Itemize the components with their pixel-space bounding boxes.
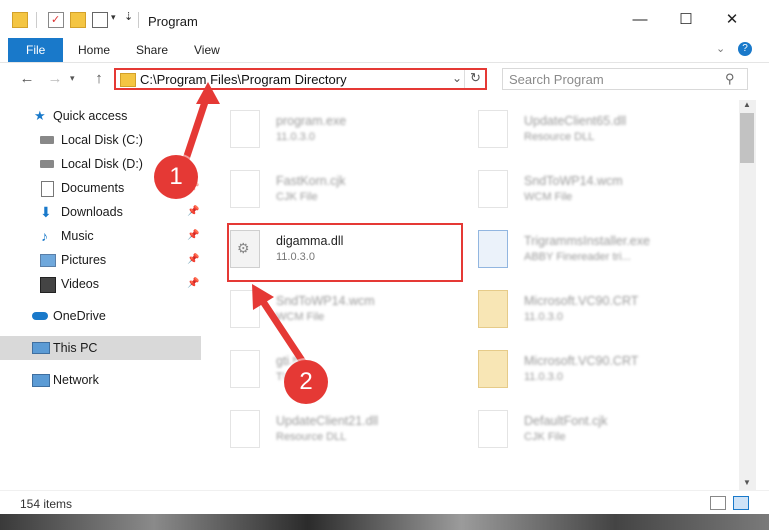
arrow-1-head — [196, 82, 220, 104]
callout-1: 1 — [154, 155, 198, 199]
arrow-1-line — [181, 92, 211, 166]
callout-2: 2 — [284, 360, 328, 404]
arrow-2-line — [258, 296, 309, 369]
annotation-arrows — [181, 82, 309, 369]
